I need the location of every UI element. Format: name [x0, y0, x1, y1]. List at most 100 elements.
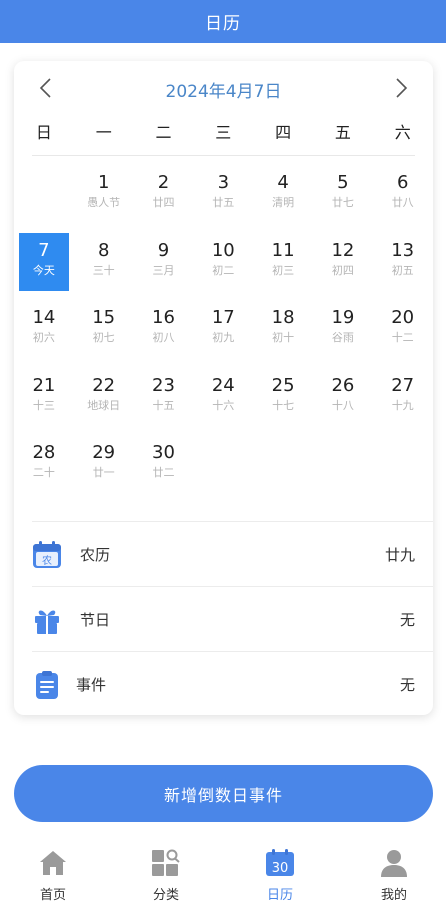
- event-value: 无: [399, 676, 415, 694]
- day-lunar-label: 三十: [92, 263, 115, 277]
- day-number: 11: [271, 239, 295, 261]
- day-cell[interactable]: 21 十三: [19, 368, 69, 426]
- day-cell[interactable]: 26 十八: [318, 368, 368, 426]
- day-lunar-label: 初六: [32, 331, 55, 344]
- day-number: 16: [152, 307, 175, 328]
- user-icon: [381, 850, 407, 877]
- gift-icon: [35, 610, 59, 634]
- day-number: 13: [391, 239, 415, 261]
- day-cell[interactable]: 10 初二: [198, 233, 248, 291]
- day-lunar-label: 十五: [152, 398, 175, 412]
- day-cell[interactable]: 13 初五: [378, 233, 428, 291]
- day-lunar-label: 十九: [391, 398, 414, 412]
- day-cell[interactable]: 17 初九: [198, 300, 248, 358]
- lunar-value: 廿九: [384, 546, 415, 564]
- day-number: 19: [331, 307, 355, 328]
- day-cell[interactable]: 11 初三: [258, 233, 308, 291]
- day-cell[interactable]: 8 三十: [79, 233, 129, 291]
- day-number: 22: [92, 374, 116, 396]
- category-icon: [152, 849, 180, 876]
- festival-value: 无: [399, 611, 415, 629]
- day-cell[interactable]: 29 廿一: [79, 435, 129, 493]
- day-cell[interactable]: 5 廿七: [318, 165, 368, 223]
- day-lunar-label: 廿七: [331, 196, 354, 209]
- day-number: 20: [391, 307, 415, 328]
- calendar-card: 2024年4月7日 日一二三四五六 1 愚人节 2 廿四 3 廿五 4 清明 5 廿七 6 廿八 7 今天…: [14, 61, 433, 715]
- day-number: 4: [277, 172, 289, 193]
- tab-calendar[interactable]: 30 日历: [240, 848, 320, 908]
- day-cell[interactable]: 30 廿二: [139, 435, 189, 493]
- page-title: 日历: [205, 14, 241, 34]
- day-number: 2: [157, 172, 170, 193]
- tab-home[interactable]: 首页: [13, 848, 93, 908]
- day-cell[interactable]: 20 十二: [378, 300, 428, 358]
- home-icon: [40, 851, 66, 875]
- day-lunar-label: 清明: [272, 196, 295, 209]
- tab-calendar-label: 日历: [266, 888, 293, 903]
- day-number: 30: [152, 442, 175, 463]
- day-lunar-label: 三月: [152, 263, 175, 277]
- day-cell[interactable]: 15 初七: [79, 300, 129, 358]
- app-header: 日历: [0, 0, 446, 43]
- day-cell[interactable]: 19 谷雨: [318, 300, 368, 358]
- day-cell[interactable]: 22 地球日: [79, 368, 129, 426]
- tab-category[interactable]: 分类: [126, 848, 206, 908]
- day-number: 17: [211, 307, 235, 328]
- day-number: 9: [157, 239, 170, 261]
- day-lunar-label: 今天: [32, 263, 55, 277]
- day-number: 27: [391, 374, 415, 396]
- day-lunar-label: 廿一: [92, 466, 115, 479]
- svg-text:农: 农: [42, 554, 52, 567]
- day-lunar-label: 十三: [32, 398, 55, 412]
- day-cell[interactable]: 24 十六: [198, 368, 248, 426]
- day-lunar-label: 十六: [212, 398, 235, 412]
- day-lunar-label: 廿八: [391, 196, 414, 209]
- day-cell-selected[interactable]: 7 今天: [18, 232, 69, 291]
- day-number: 15: [92, 307, 116, 328]
- day-cell[interactable]: 23 十五: [139, 368, 189, 426]
- day-lunar-label: 初八: [152, 331, 175, 344]
- festival-row[interactable]: 节日 无: [32, 586, 433, 651]
- day-lunar-label: 愚人节: [87, 196, 121, 209]
- clipboard-icon: [36, 671, 58, 699]
- day-cell[interactable]: 2 廿四: [139, 165, 189, 223]
- lunar-label: 农历: [80, 546, 111, 564]
- calendar-icon: 30: [266, 849, 294, 876]
- day-cell[interactable]: 14 初六: [19, 300, 69, 358]
- day-cell[interactable]: 16 初八: [139, 300, 189, 358]
- day-number: 12: [331, 239, 355, 261]
- day-number: 26: [331, 374, 355, 396]
- day-cell[interactable]: 3 廿五: [198, 165, 248, 223]
- day-cell[interactable]: 9 三月: [139, 233, 189, 291]
- day-lunar-label: 初五: [391, 263, 414, 277]
- day-number: 25: [271, 374, 295, 396]
- bottom-tab-bar: 首页 分类 30 日历 我的: [0, 840, 446, 911]
- day-cell[interactable]: 25 十七: [258, 368, 308, 426]
- lunar-calendar-icon: 农: [33, 541, 61, 568]
- day-cell[interactable]: 4 清明: [258, 165, 308, 223]
- day-lunar-label: 初二: [212, 263, 235, 277]
- day-lunar-label: 地球日: [87, 398, 121, 412]
- event-label: 事件: [76, 676, 107, 694]
- day-lunar-label: 十二: [391, 331, 414, 344]
- day-number: 7: [38, 239, 50, 261]
- day-number: 24: [211, 374, 235, 396]
- svg-text:30: 30: [272, 861, 289, 876]
- day-number: 5: [337, 172, 349, 193]
- day-lunar-label: 初四: [331, 263, 354, 277]
- day-cell[interactable]: 18 初十: [258, 300, 308, 358]
- lunar-row[interactable]: 农 农历 廿九: [32, 521, 433, 586]
- day-lunar-label: 廿四: [152, 196, 175, 209]
- add-countdown-event-button[interactable]: 新增倒数日事件: [14, 765, 433, 822]
- day-number: 18: [271, 307, 295, 328]
- day-cell[interactable]: 27 十九: [378, 368, 428, 426]
- day-lunar-label: 廿五: [212, 196, 235, 209]
- day-cell[interactable]: 28 二十: [19, 435, 69, 493]
- event-row[interactable]: 事件 无: [32, 651, 433, 716]
- day-cell[interactable]: 6 廿八: [378, 165, 428, 223]
- day-number: 8: [97, 239, 110, 261]
- day-cell[interactable]: 12 初四: [318, 233, 368, 291]
- tab-profile[interactable]: 我的: [354, 848, 434, 908]
- day-cell[interactable]: 1 愚人节: [79, 165, 129, 223]
- day-lunar-label: 二十: [32, 466, 55, 479]
